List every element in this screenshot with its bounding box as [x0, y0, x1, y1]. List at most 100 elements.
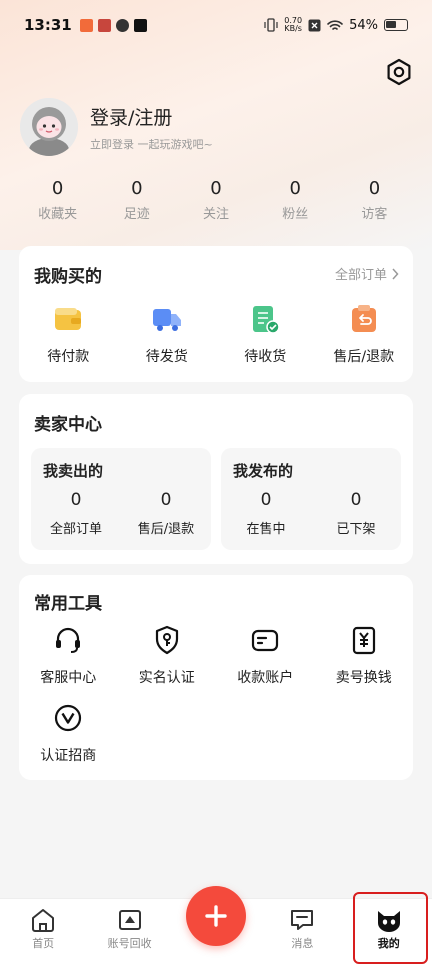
published-panel: 我发布的 0 在售中 0 已下架 [221, 448, 401, 550]
count-value: 0 [350, 490, 362, 510]
tool-sell-account[interactable]: 卖号换钱 [315, 625, 414, 687]
id-shield-icon [155, 625, 178, 655]
order-label: 待付款 [47, 349, 90, 365]
all-orders-label: 全部订单 [334, 268, 387, 283]
section-title: 常用工具 [34, 594, 102, 614]
plus-icon [205, 905, 227, 927]
published-title: 我发布的 [233, 462, 294, 480]
tool-label: 认证招商 [40, 748, 97, 764]
truck-icon [152, 309, 181, 331]
stat-value: 0 [210, 178, 222, 199]
stat-label: 关注 [203, 207, 230, 222]
count-label: 全部订单 [49, 522, 102, 537]
chevron-right-icon [392, 267, 399, 280]
tool-label: 客服中心 [40, 670, 97, 686]
app-notification-icon [97, 18, 111, 32]
profile-login[interactable]: 登录/注册 立即登录 一起玩游戏吧~ [20, 98, 213, 156]
message-icon [291, 910, 314, 930]
stat-visitors[interactable]: 0 访客 [335, 178, 414, 222]
profile-stats: 0 收藏夹 0 足迹 0 关注 0 粉丝 0 访客 [18, 178, 414, 222]
stat-label: 粉丝 [282, 207, 309, 222]
receipt-check-icon [253, 306, 280, 334]
published-on-sale[interactable]: 0 在售中 [221, 490, 311, 537]
count-value: 0 [160, 490, 172, 510]
stat-value: 0 [131, 178, 143, 199]
tool-real-name-auth[interactable]: 实名认证 [118, 625, 217, 687]
tab-home[interactable]: 首页 [0, 899, 86, 964]
wallet-card-icon [252, 629, 279, 652]
section-title: 我购买的 [34, 267, 102, 287]
tool-customer-service[interactable]: 客服中心 [19, 625, 118, 687]
recycle-box-icon [118, 910, 141, 930]
published-delisted[interactable]: 0 已下架 [311, 490, 401, 537]
tool-merchant-recruit[interactable]: 认证招商 [19, 703, 118, 765]
settings-gear-icon[interactable] [385, 58, 413, 86]
stat-value: 0 [289, 178, 301, 199]
app-notification-icon [115, 18, 129, 32]
login-register-title[interactable]: 登录/注册 [90, 103, 213, 130]
app-notification-icon [79, 18, 93, 32]
count-value: 0 [260, 490, 272, 510]
home-icon [32, 909, 55, 932]
tiktok-icon [133, 18, 147, 32]
seller-center-card: 卖家中心 我卖出的 0 全部订单 0 售后/退款 我发布的 0 在售中 0 已下… [19, 394, 413, 564]
default-avatar-icon [20, 98, 78, 156]
stat-footprints[interactable]: 0 足迹 [97, 178, 176, 222]
stat-label: 足迹 [123, 207, 150, 222]
v-badge-icon [55, 704, 82, 732]
status-time: 13:31 [24, 16, 72, 34]
tab-mine[interactable]: 我的 [346, 899, 432, 964]
tool-payout-account[interactable]: 收款账户 [216, 625, 315, 687]
sold-after-sale[interactable]: 0 售后/退款 [121, 490, 211, 537]
stat-favorites[interactable]: 0 收藏夹 [18, 178, 97, 222]
publish-plus-button[interactable] [186, 886, 246, 946]
order-label: 售后/退款 [333, 349, 395, 365]
order-pending-receipt[interactable]: 待收货 [216, 304, 315, 366]
status-bar: 13:31 0.70 KB/s 54% [0, 0, 432, 50]
stat-following[interactable]: 0 关注 [176, 178, 255, 222]
cat-avatar-icon [377, 911, 400, 932]
order-label: 待收货 [244, 349, 287, 365]
stat-followers[interactable]: 0 粉丝 [256, 178, 335, 222]
net-speed-unit: KB/s [284, 24, 302, 33]
order-label: 待发货 [145, 349, 188, 365]
return-icon [351, 305, 376, 332]
order-pending-shipment[interactable]: 待发货 [118, 304, 217, 366]
net-speed: 0.70 KB/s [284, 17, 302, 33]
tab-label: 消息 [291, 937, 314, 950]
stat-value: 0 [368, 178, 381, 199]
sold-title: 我卖出的 [43, 462, 104, 480]
section-title: 卖家中心 [34, 415, 102, 435]
sold-panel: 我卖出的 0 全部订单 0 售后/退款 [31, 448, 211, 550]
wallet-icon [55, 308, 82, 330]
my-purchases-card: 我购买的 全部订单 待付款 待发货 待收货 售后/退款 [19, 246, 413, 382]
sim-disabled-icon [308, 19, 321, 31]
tab-label: 账号回收 [107, 937, 152, 950]
count-label: 已下架 [336, 522, 376, 537]
wifi-icon [327, 19, 343, 30]
vibrate-icon [264, 18, 278, 32]
common-tools-card: 常用工具 客服中心 实名认证 收款账户 卖号换钱 认证招商 [19, 575, 413, 780]
yuan-icon [352, 626, 375, 655]
order-after-sale[interactable]: 售后/退款 [315, 304, 414, 366]
tool-label: 卖号换钱 [335, 670, 392, 686]
tab-messages[interactable]: 消息 [259, 899, 345, 964]
count-value: 0 [70, 490, 82, 510]
count-label: 在售中 [246, 522, 286, 537]
stat-value: 0 [51, 178, 64, 199]
battery-icon [384, 19, 408, 31]
all-orders-link[interactable]: 全部订单 [335, 264, 399, 283]
count-label: 售后/退款 [137, 522, 195, 537]
tab-label: 我的 [377, 937, 400, 950]
login-subtitle: 立即登录 一起玩游戏吧~ [90, 137, 213, 151]
battery-percent: 54% [349, 17, 378, 33]
headset-icon [56, 627, 81, 653]
sold-all-orders[interactable]: 0 全部订单 [31, 490, 121, 537]
stat-label: 访客 [361, 207, 388, 222]
avatar[interactable] [20, 98, 78, 156]
stat-label: 收藏夹 [38, 207, 78, 222]
tab-label: 首页 [32, 937, 55, 950]
order-pending-payment[interactable]: 待付款 [19, 304, 118, 366]
tab-account-recycle[interactable]: 账号回收 [86, 899, 172, 964]
tool-label: 实名认证 [138, 670, 195, 686]
